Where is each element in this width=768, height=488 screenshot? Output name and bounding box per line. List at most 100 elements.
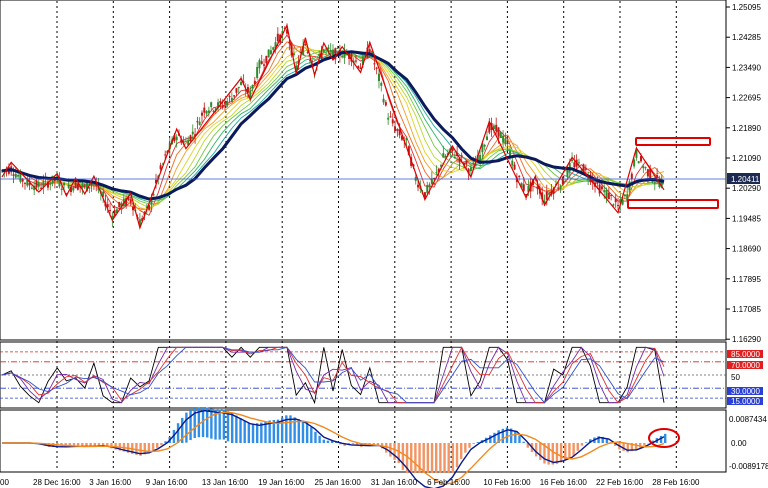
macd-bar [664, 433, 667, 443]
candle-body [184, 140, 187, 142]
candle-body [518, 175, 521, 177]
candle-body [49, 182, 52, 185]
price-tick-label: 1.16290 [732, 335, 761, 344]
time-label: 28 Feb 16:00 [652, 478, 700, 487]
macd-bar [414, 443, 417, 473]
macd-bar [426, 443, 430, 473]
macd-bar [605, 439, 609, 443]
price-tick-label: 1.21890 [732, 124, 761, 133]
time-axis: 00 28 Dec 16:00 3 Jan 16:00 9 Jan 16:00 13 J… [0, 478, 700, 487]
candle-body [304, 44, 307, 46]
candle-body [276, 33, 279, 42]
candle-body [249, 90, 252, 98]
candle-body [233, 95, 236, 97]
macd-bar [647, 443, 650, 444]
candle-body [600, 186, 603, 190]
macd-bar [410, 443, 413, 473]
candle-body [336, 47, 339, 49]
candle-body [607, 192, 610, 200]
rsi-level-50-label: 50 [731, 373, 740, 382]
candle-body [642, 166, 645, 169]
candle-body [90, 184, 93, 186]
candle-body [373, 63, 376, 65]
candle-body [74, 180, 77, 189]
candle-body [72, 187, 75, 191]
macd-top-label: 0.0087434 [729, 415, 767, 424]
time-label: 10 Feb 16:00 [483, 478, 531, 487]
candle-body [559, 185, 562, 190]
price-tick-label: 1.24285 [732, 33, 761, 42]
time-label: 9 Jan 16:00 [146, 478, 188, 487]
candle-body [610, 194, 613, 196]
candle-body [196, 121, 199, 123]
candle-body [354, 60, 357, 62]
candle-body [292, 53, 295, 56]
candle-body [382, 98, 385, 103]
candle-body [557, 187, 560, 189]
candle-body [21, 179, 24, 182]
macd-bar [643, 443, 646, 446]
macd-bar [230, 413, 234, 443]
candle-body [228, 96, 231, 98]
candle-body [263, 64, 266, 66]
candle-body [253, 80, 256, 85]
candle-body [577, 162, 580, 164]
macd-bar [322, 439, 325, 443]
candle-body [256, 66, 259, 78]
macd-bar [351, 443, 355, 445]
macd-bar [318, 435, 321, 443]
candle-body [83, 185, 86, 187]
candle-body [221, 105, 224, 108]
macd-bar [439, 443, 442, 473]
candle-body [614, 198, 617, 203]
candle-body [451, 148, 454, 151]
candle-body [329, 49, 332, 52]
rsi-level-70-label: 70.0000 [731, 361, 760, 370]
macd-bar [255, 423, 259, 443]
candle-body [405, 137, 408, 140]
macd-bar [297, 419, 301, 443]
macd-bar [459, 443, 463, 459]
time-label: 25 Jan 16:00 [315, 478, 362, 487]
candle-body [159, 165, 162, 170]
macd-bar [160, 443, 163, 445]
macd-bar [422, 443, 425, 473]
time-label: 00 [0, 478, 9, 487]
macd-bottom-label: -0.0089178 [729, 462, 768, 471]
candle-body [511, 160, 514, 166]
candle-body [60, 188, 63, 191]
candle-body [175, 136, 178, 141]
candle-body [23, 182, 26, 184]
price-panel[interactable] [0, 0, 727, 341]
candle-body [630, 173, 633, 179]
rsi-level-30-label: 30.0000 [731, 387, 760, 396]
candle-body [223, 101, 226, 104]
candle-body [63, 183, 66, 186]
time-label: 31 Jan 16:00 [371, 478, 418, 487]
macd-bar [176, 423, 180, 443]
macd-bar [468, 443, 471, 448]
candle-body [265, 55, 268, 64]
macd-bar [451, 443, 455, 473]
macd-bar [580, 443, 584, 446]
macd-bar [235, 415, 238, 443]
candle-body [12, 174, 15, 176]
candle-body [617, 205, 620, 207]
candle-body [469, 167, 472, 172]
candle-body [646, 169, 649, 177]
candle-body [341, 56, 344, 58]
candle-body [435, 172, 438, 174]
candle-body [198, 121, 201, 126]
candle-body [380, 82, 383, 86]
price-tick-label: 1.18690 [732, 245, 761, 254]
candle-body [644, 167, 647, 169]
candle-body [561, 176, 564, 185]
macd-bar [326, 440, 330, 443]
time-label: 28 Dec 16:00 [33, 478, 81, 487]
price-tick-label: 1.17085 [732, 305, 761, 314]
macd-panel[interactable] [0, 409, 727, 473]
candle-body [384, 102, 387, 106]
candle-body [327, 47, 330, 50]
trading-chart[interactable]: 1.25095 1.24285 1.23490 1.22695 1.21890 1.210… [0, 0, 768, 488]
rsi-level-15-label: 15.0000 [731, 397, 760, 406]
